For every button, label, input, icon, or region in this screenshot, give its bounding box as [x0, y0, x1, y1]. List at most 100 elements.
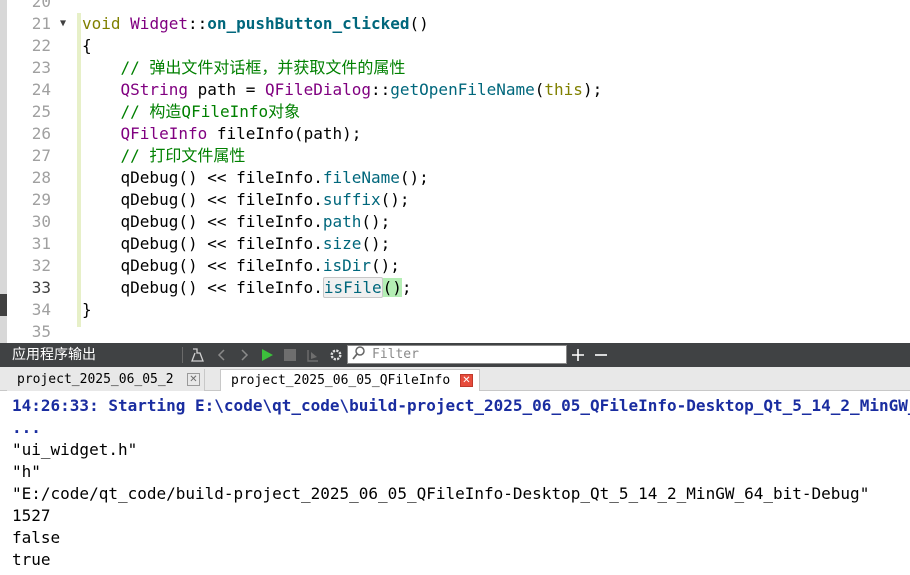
line-number: 21 [31, 14, 51, 33]
toolbar-separator [182, 347, 183, 363]
code-token: qDebug() << fileInfo. [82, 234, 323, 253]
gear-icon[interactable] [326, 343, 346, 367]
code-token: isDir [322, 256, 371, 275]
code-token: // 弹出文件对话框，并获取文件的属性 [120, 58, 406, 77]
attach-debugger-icon[interactable] [303, 343, 323, 367]
close-icon[interactable]: ✕ [460, 374, 473, 387]
code-text: // 构造QFileInfo对象 [82, 101, 301, 123]
code-text: } [82, 299, 92, 321]
code-token: () [382, 278, 402, 297]
output-line: "E:/code/qt_code/build-project_2025_06_0… [12, 484, 870, 503]
code-token: on_pushButton_clicked [207, 14, 410, 33]
code-line[interactable]: 28 qDebug() << fileInfo.fileName(); [0, 167, 910, 189]
code-text: qDebug() << fileInfo.size(); [82, 233, 391, 255]
close-icon[interactable]: ✕ [187, 373, 200, 386]
code-token: suffix [322, 190, 381, 209]
code-text: QString path = QFileDialog::getOpenFileN… [82, 79, 603, 101]
code-token: qDebug() << fileInfo. [82, 256, 323, 275]
output-line: true [12, 550, 51, 569]
code-line[interactable]: 32 qDebug() << fileInfo.isDir(); [0, 255, 910, 277]
tab-label: project_2025_06_05_2 [17, 372, 174, 387]
code-line[interactable]: 33 qDebug() << fileInfo.isFile(); [0, 277, 910, 299]
output-line: "h" [12, 462, 41, 481]
code-line[interactable]: 22 { [0, 35, 910, 57]
code-token: isFile [322, 277, 383, 298]
code-token: (); [361, 234, 391, 253]
code-text: // 打印文件属性 [82, 145, 246, 167]
code-token: QFileDialog [265, 80, 371, 99]
code-line[interactable]: 25 // 构造QFileInfo对象 [0, 101, 910, 123]
code-token: QFileInfo [120, 124, 208, 143]
line-number: 26 [31, 124, 51, 143]
line-number: 25 [31, 102, 51, 121]
code-editor[interactable]: 20 21 ▼ void Widget::on_pushButton_clicked(… [0, 0, 910, 343]
code-token: // 构造QFileInfo对象 [120, 102, 301, 121]
fold-arrow-icon[interactable]: ▼ [60, 13, 70, 35]
code-token: (); [371, 256, 400, 275]
tab-label: project_2025_06_05_QFileInfo [231, 373, 451, 388]
code-token: void [82, 14, 121, 33]
code-line[interactable]: 26 QFileInfo fileInfo(path); [0, 123, 910, 145]
code-token: path = [187, 80, 266, 99]
code-token: () [409, 14, 429, 33]
tab-project-2025-06-05-2[interactable]: project_2025_06_05_2 ✕ [7, 369, 205, 391]
clear-output-icon[interactable] [188, 343, 208, 367]
code-line[interactable]: 21 ▼ void Widget::on_pushButton_clicked() [0, 13, 910, 35]
line-number: 20 [31, 0, 51, 11]
code-line[interactable]: 23 // 弹出文件对话框，并获取文件的属性 [0, 57, 910, 79]
code-text: // 弹出文件对话框，并获取文件的属性 [82, 57, 406, 79]
code-token: :: [371, 80, 391, 99]
code-token: ( [534, 80, 545, 99]
code-text: qDebug() << fileInfo.isDir(); [82, 255, 400, 277]
line-number: 24 [31, 80, 51, 99]
line-number: 28 [31, 168, 51, 187]
stop-icon[interactable] [281, 343, 299, 367]
line-number: 29 [31, 190, 51, 209]
code-text: qDebug() << fileInfo.suffix(); [82, 189, 410, 211]
line-number: 23 [31, 58, 51, 77]
output-pane-toolbar: 应用程序输出 [0, 343, 910, 367]
code-line[interactable]: 30 qDebug() << fileInfo.path(); [0, 211, 910, 233]
filter-box[interactable] [347, 345, 567, 364]
run-icon[interactable] [257, 343, 277, 367]
code-token: :: [187, 14, 208, 33]
code-text: QFileInfo fileInfo(path); [82, 123, 362, 145]
code-line[interactable]: 29 qDebug() << fileInfo.suffix(); [0, 189, 910, 211]
code-token: qDebug() << fileInfo. [82, 190, 323, 209]
code-token: path [322, 212, 362, 231]
code-line[interactable]: 27 // 打印文件属性 [0, 145, 910, 167]
line-number: 33 [31, 278, 51, 297]
code-token: (); [399, 168, 429, 187]
line-number: 34 [31, 300, 51, 319]
code-token: this [544, 80, 583, 99]
code-text: qDebug() << fileInfo.isFile(); [82, 277, 412, 299]
line-number: 22 [31, 36, 51, 55]
chevron-right-icon[interactable] [235, 343, 253, 367]
code-token: Widget [130, 14, 188, 33]
application-output[interactable]: 14:26:33: Starting E:\code\qt_code\build… [0, 391, 910, 575]
code-token: (); [380, 190, 410, 209]
chevron-left-icon[interactable] [213, 343, 231, 367]
code-token: ; [401, 278, 412, 297]
output-line: false [12, 528, 61, 547]
tab-project-2025-06-05-qfileinfo[interactable]: project_2025_06_05_QFileInfo ✕ [220, 369, 480, 391]
line-number: 32 [31, 256, 51, 275]
code-token: fileName [322, 168, 400, 187]
output-line: 14:26:33: Starting E:\code\qt_code\build… [12, 396, 910, 415]
output-line: 1527 [12, 506, 51, 525]
code-text: qDebug() << fileInfo.fileName(); [82, 167, 429, 189]
code-line[interactable]: 34} [0, 299, 910, 321]
output-pane-title: 应用程序输出 [12, 347, 96, 363]
code-line[interactable]: 31 qDebug() << fileInfo.size(); [0, 233, 910, 255]
code-line[interactable]: 35 [0, 321, 910, 343]
minus-icon[interactable] [593, 343, 609, 367]
line-number: 35 [31, 322, 51, 341]
code-token: ); [582, 80, 603, 99]
filter-input[interactable] [372, 346, 562, 363]
plus-icon[interactable] [570, 343, 586, 367]
code-line[interactable]: 24 QString path = QFileDialog::getOpenFi… [0, 79, 910, 101]
code-line[interactable]: 20 [0, 0, 910, 13]
